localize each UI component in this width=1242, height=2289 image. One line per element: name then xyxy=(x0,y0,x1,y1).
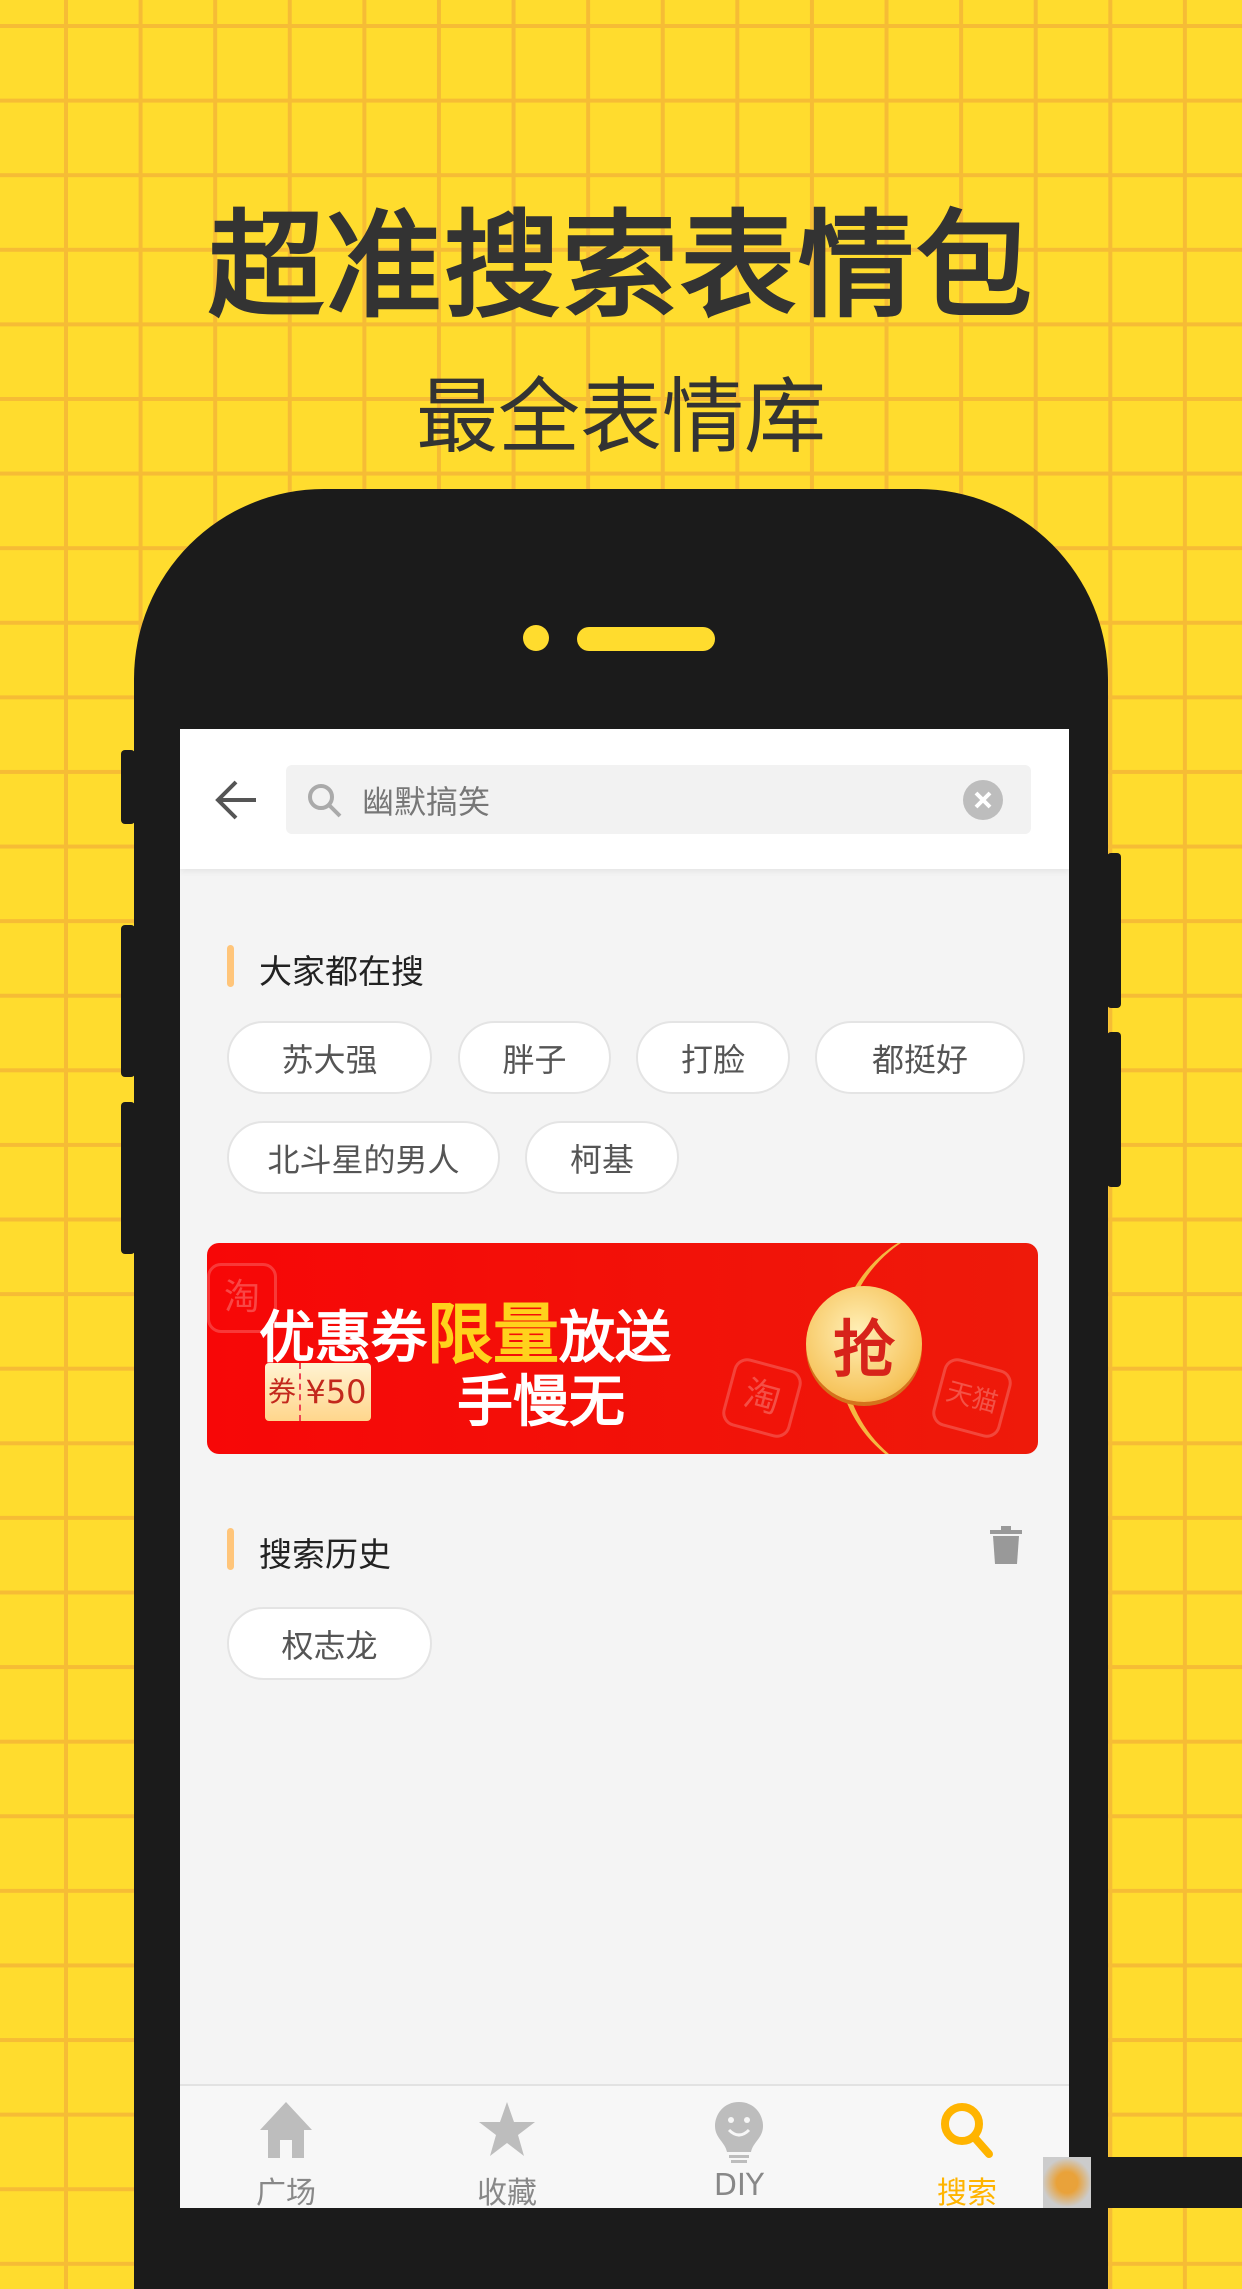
nav-item-square[interactable]: 广场 xyxy=(206,2086,366,2208)
phone-camera xyxy=(523,625,549,651)
search-icon xyxy=(308,784,342,818)
windows-logo xyxy=(1043,2157,1091,2208)
site-watermark xyxy=(1043,2157,1242,2208)
section-marker xyxy=(227,945,234,987)
phone-side-button xyxy=(1107,1032,1121,1187)
hot-tag[interactable]: 打脸 xyxy=(636,1021,790,1094)
hot-tag[interactable]: 苏大强 xyxy=(227,1021,432,1094)
back-arrow-icon[interactable] xyxy=(214,779,258,821)
promo-headline: 超准搜索表情包 xyxy=(208,199,1034,334)
bottom-nav: 广场 收藏 DIY 搜索 xyxy=(180,2084,1069,2208)
nav-item-diy[interactable]: DIY xyxy=(659,2086,819,2208)
home-icon xyxy=(260,2102,312,2158)
search-input[interactable] xyxy=(362,765,922,834)
trash-icon[interactable] xyxy=(990,1526,1022,1564)
search-box[interactable] xyxy=(286,765,1031,834)
coupon-banner[interactable]: 淘 淘 天猫 优惠券限量放送 券 ¥50 手慢无 抢 xyxy=(207,1243,1038,1454)
nav-item-search[interactable]: 搜索 xyxy=(887,2086,1047,2208)
phone-side-button xyxy=(1107,853,1121,1008)
phone-side-button xyxy=(121,750,135,824)
nav-item-favorites[interactable]: 收藏 xyxy=(427,2086,587,2208)
history-title: 搜索历史 xyxy=(259,1535,391,1574)
section-marker xyxy=(227,1528,234,1570)
hot-tag[interactable]: 北斗星的男人 xyxy=(227,1121,500,1194)
clear-icon[interactable] xyxy=(963,780,1003,820)
search-icon xyxy=(941,2103,993,2158)
phone-speaker xyxy=(577,627,715,651)
hot-tag[interactable]: 都挺好 xyxy=(815,1021,1025,1094)
app-screen: 大家都在搜 苏大强 胖子 打脸 都挺好 北斗星的男人 柯基 淘 淘 天猫 优惠券… xyxy=(180,729,1069,2208)
hot-tag[interactable]: 柯基 xyxy=(525,1121,679,1194)
phone-side-button xyxy=(121,1102,135,1254)
search-header xyxy=(180,729,1069,869)
phone-side-button xyxy=(121,925,135,1077)
star-icon xyxy=(479,2102,535,2156)
hot-searches-title: 大家都在搜 xyxy=(259,952,424,991)
promo-subheadline: 最全表情库 xyxy=(415,370,826,465)
bulb-smile-icon xyxy=(715,2102,763,2163)
hot-tag[interactable]: 胖子 xyxy=(458,1021,611,1094)
coupon-ticket: 券 ¥50 xyxy=(265,1363,371,1421)
banner-subline: 手慢无 xyxy=(457,1370,625,1435)
grab-button[interactable]: 抢 xyxy=(806,1286,922,1402)
brand-watermark: 淘 xyxy=(719,1355,805,1441)
history-tag[interactable]: 权志龙 xyxy=(227,1607,432,1680)
